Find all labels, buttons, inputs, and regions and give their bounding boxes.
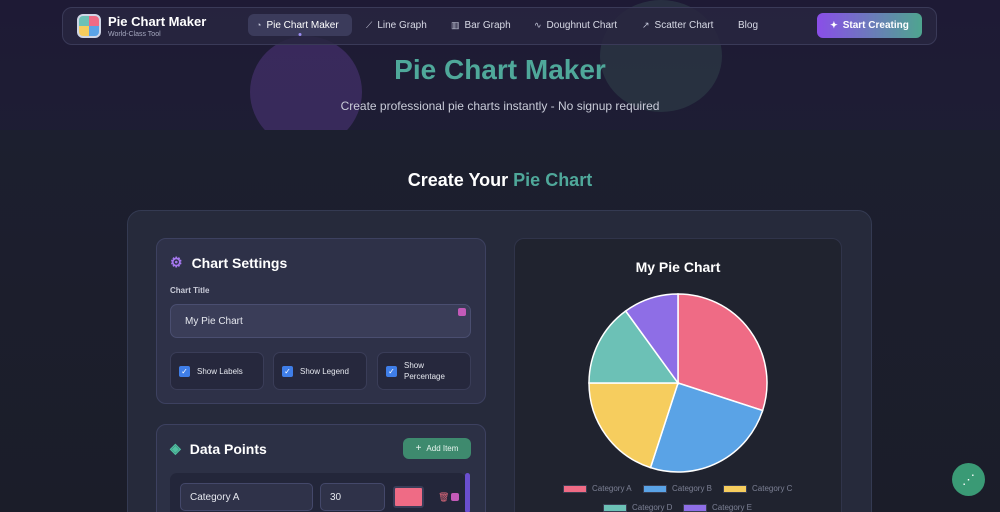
hero-title: Pie Chart Maker bbox=[394, 54, 606, 85]
legend-swatch bbox=[723, 484, 747, 493]
legend-item[interactable]: Category C bbox=[723, 484, 792, 493]
chart-settings-title: Chart Settings bbox=[191, 254, 288, 271]
legend-item[interactable]: Category D bbox=[603, 503, 672, 512]
brand-subtitle: World-Class Tool bbox=[108, 31, 161, 38]
layers-icon: ◈ bbox=[170, 440, 181, 456]
legend-swatch bbox=[643, 484, 667, 493]
brand-title: Pie Chart Maker bbox=[108, 14, 207, 29]
nav-item-label: Line Graph bbox=[377, 19, 427, 31]
nav-item-label: Scatter Chart bbox=[654, 19, 714, 31]
legend-label: Category D bbox=[632, 503, 673, 512]
legend-item[interactable]: Category B bbox=[643, 484, 712, 493]
add-item-label: Add Item bbox=[426, 444, 459, 453]
legend-label: Category C bbox=[752, 484, 793, 493]
hero-subtitle: Create professional pie charts instantly… bbox=[340, 99, 660, 113]
password-manager-icon[interactable] bbox=[451, 493, 459, 501]
start-creating-button[interactable]: ✦ Start Creating bbox=[817, 13, 922, 38]
legend-swatch bbox=[683, 503, 707, 512]
show-labels-label: Show Labels bbox=[197, 366, 243, 376]
legend-label: Category A bbox=[592, 484, 632, 493]
show-legend-checkbox[interactable]: ✓ bbox=[282, 365, 293, 377]
section-title-prefix: Create Your bbox=[407, 170, 509, 190]
category-value-input[interactable]: 30 bbox=[320, 483, 385, 511]
show-legend-label: Show Legend bbox=[300, 366, 349, 376]
bar-chart-icon: ▥ bbox=[451, 19, 460, 30]
data-points-title: Data Points bbox=[189, 440, 267, 457]
chart-title-label: Chart Title bbox=[170, 286, 210, 295]
nav-item-scatter-chart[interactable]: ↗ Scatter Chart bbox=[634, 14, 721, 36]
category-color-picker[interactable] bbox=[393, 486, 424, 508]
line-chart-icon: ⟋ bbox=[366, 19, 373, 30]
nav-item-pie-chart-maker[interactable]: ◔ Pie Chart Maker bbox=[248, 14, 352, 36]
legend-swatch bbox=[563, 484, 587, 493]
add-item-button[interactable]: + Add Item bbox=[403, 438, 471, 459]
activity-icon: ∿ bbox=[534, 19, 542, 30]
nav-item-label: Blog bbox=[738, 19, 759, 31]
chart-settings-heading: ⚙ Chart Settings bbox=[170, 254, 287, 271]
trend-icon: ↗ bbox=[642, 19, 650, 30]
show-percentage-option[interactable]: ✓ Show Percentage bbox=[377, 352, 471, 390]
start-creating-label: Start Creating bbox=[842, 20, 909, 31]
nav-item-label: Bar Graph bbox=[464, 19, 511, 31]
pie-icon: ◔ bbox=[256, 20, 262, 30]
category-name-input[interactable]: Category A bbox=[180, 483, 313, 511]
data-points-heading: ◈ Data Points bbox=[170, 440, 267, 457]
show-labels-checkbox[interactable]: ✓ bbox=[179, 365, 190, 377]
show-legend-option[interactable]: ✓ Show Legend bbox=[273, 352, 367, 390]
password-manager-icon[interactable] bbox=[458, 308, 466, 316]
section-title-accent: Pie Chart bbox=[513, 170, 593, 190]
plus-icon: + bbox=[415, 443, 422, 454]
show-percentage-checkbox[interactable]: ✓ bbox=[386, 365, 397, 377]
nav-item-doughnut-chart[interactable]: ∿ Doughnut Chart bbox=[526, 14, 625, 36]
nav-item-bar-graph[interactable]: ▥ Bar Graph bbox=[443, 14, 519, 36]
section-title: Create Your Pie Chart bbox=[0, 170, 1000, 191]
legend-item[interactable]: Category A bbox=[563, 484, 632, 493]
share-icon: ⋰ bbox=[962, 471, 975, 487]
nav-item-blog[interactable]: Blog bbox=[730, 14, 766, 36]
legend-swatch bbox=[603, 503, 627, 512]
show-labels-option[interactable]: ✓ Show Labels bbox=[170, 352, 264, 390]
legend-label: Category B bbox=[672, 484, 713, 493]
nav-item-line-graph[interactable]: ⟋ Line Graph bbox=[358, 14, 435, 36]
nav-item-label: Doughnut Chart bbox=[546, 19, 618, 31]
brand[interactable]: Pie Chart Maker World-Class Tool bbox=[108, 14, 207, 39]
legend-label: Category E bbox=[712, 503, 753, 512]
logo-icon[interactable] bbox=[77, 14, 101, 38]
sparkle-icon: ✦ bbox=[830, 20, 838, 30]
pie-chart bbox=[588, 293, 768, 473]
show-percentage-label: Show Percentage bbox=[404, 361, 445, 381]
share-button[interactable]: ⋰ bbox=[952, 463, 985, 496]
legend-item[interactable]: Category E bbox=[683, 503, 752, 512]
trash-icon[interactable]: 🗑 bbox=[438, 492, 449, 503]
chart-title-input[interactable]: My Pie Chart bbox=[170, 304, 471, 338]
gear-icon: ⚙ bbox=[170, 254, 183, 270]
nav-item-label: Pie Chart Maker bbox=[266, 19, 339, 31]
data-points-scrollbar[interactable] bbox=[465, 473, 470, 512]
